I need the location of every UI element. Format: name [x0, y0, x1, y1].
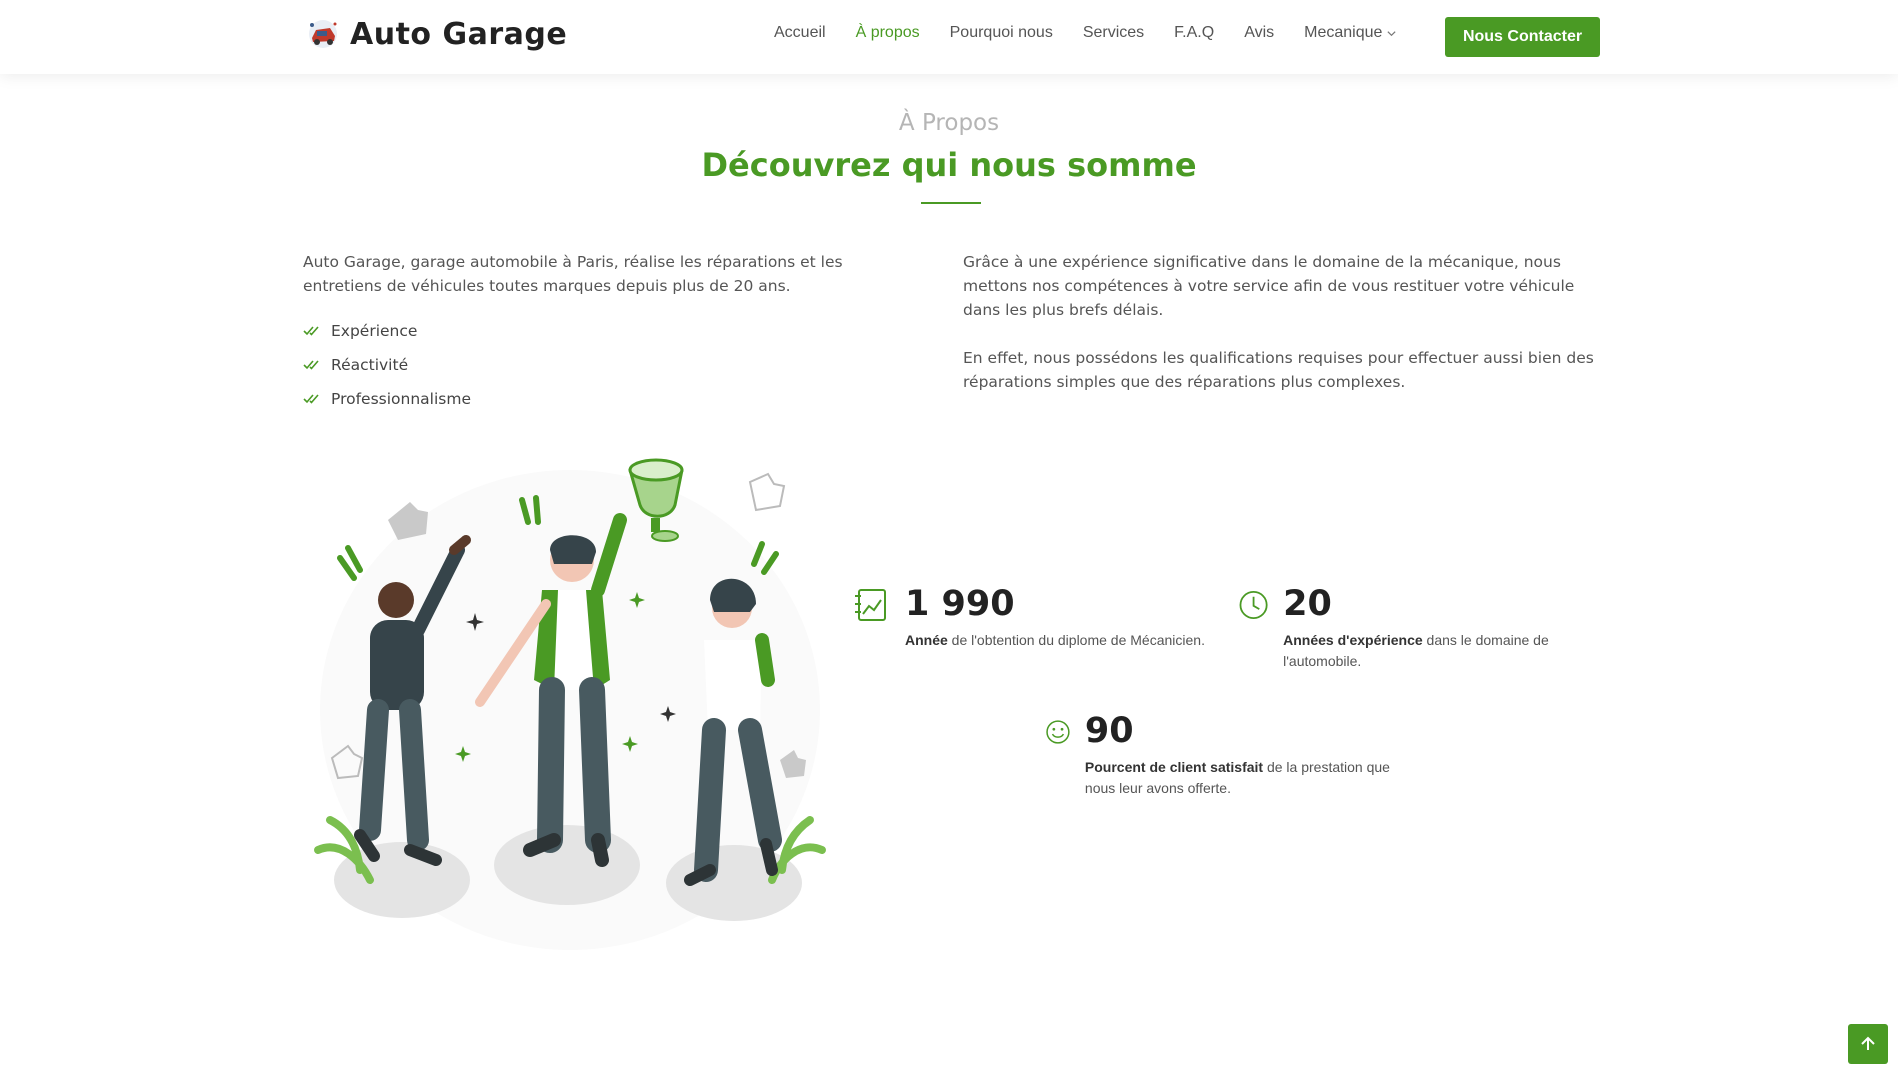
chevron-down-icon — [1387, 30, 1396, 36]
experience-paragraph: Grâce à une expérience significative dan… — [963, 253, 1575, 319]
list-item: Réactivité — [303, 348, 923, 382]
qualifications-paragraph: En effet, nous possédons les qualificati… — [963, 349, 1594, 391]
nav-faq[interactable]: F.A.Q — [1174, 24, 1214, 42]
nav-accueil[interactable]: Accueil — [774, 24, 826, 42]
celebration-illustration — [314, 458, 826, 950]
feature-checklist: Expérience Réactivité Professionnalisme — [303, 314, 923, 416]
arrow-up-icon — [1861, 1036, 1875, 1050]
about-left-column: Auto Garage, garage automobile à Paris, … — [303, 250, 923, 416]
list-item: Expérience — [303, 314, 923, 348]
section-label: À Propos — [898, 110, 1000, 136]
stat-number: 20 — [1283, 584, 1332, 624]
clock-icon — [1239, 590, 1268, 620]
double-check-icon — [303, 326, 319, 336]
double-check-icon — [303, 394, 319, 404]
site-header: Auto Garage Accueil À propos Pourquoi no… — [0, 0, 1898, 74]
stat-experience: 20 Années d'expérience dans le domaine d… — [1238, 584, 1568, 672]
stat-description: Pourcent de client satisfait de la prest… — [1084, 759, 1390, 796]
nav-services[interactable]: Services — [1083, 24, 1144, 42]
stat-satisfaction: 90 Pourcent de client satisfait de la pr… — [1045, 711, 1395, 799]
smiley-icon — [1046, 720, 1070, 744]
main-nav: Accueil À propos Pourquoi nous Services … — [774, 24, 1427, 42]
nav-mecanique-label: Mecanique — [1304, 24, 1383, 41]
checklist-label: Expérience — [331, 322, 418, 340]
nav-mecanique-dropdown[interactable]: Mecanique — [1304, 24, 1397, 42]
back-to-top-button[interactable] — [1848, 1024, 1888, 1064]
double-check-icon — [303, 360, 319, 370]
title-underline — [921, 202, 981, 204]
nav-pourquoi-nous[interactable]: Pourquoi nous — [950, 24, 1053, 42]
checklist-label: Réactivité — [331, 356, 409, 374]
stat-number: 1 990 — [905, 584, 1015, 624]
document-chart-icon — [855, 589, 886, 621]
list-item: Professionnalisme — [303, 382, 923, 416]
logo-car-icon — [309, 20, 337, 48]
nav-avis[interactable]: Avis — [1244, 24, 1274, 42]
checklist-label: Professionnalisme — [331, 390, 471, 408]
about-right-column: Grâce à une expérience significative dan… — [963, 250, 1603, 394]
stat-description: Années d'expérience dans le domaine de l… — [1283, 632, 1549, 669]
stat-year: 1 990 Année de l'obtention du diplome de… — [853, 584, 1213, 651]
stat-description: Année de l'obtention du diplome de Mécan… — [905, 632, 1205, 648]
nav-a-propos[interactable]: À propos — [856, 24, 920, 42]
logo-text: Auto Garage — [350, 16, 568, 52]
logo[interactable]: Auto Garage — [306, 16, 567, 52]
contact-button[interactable]: Nous Contacter — [1445, 17, 1600, 57]
stat-number: 90 — [1084, 711, 1134, 751]
section-title: Découvrez qui nous somme — [701, 146, 1197, 184]
intro-paragraph: Auto Garage, garage automobile à Paris, … — [303, 253, 843, 295]
